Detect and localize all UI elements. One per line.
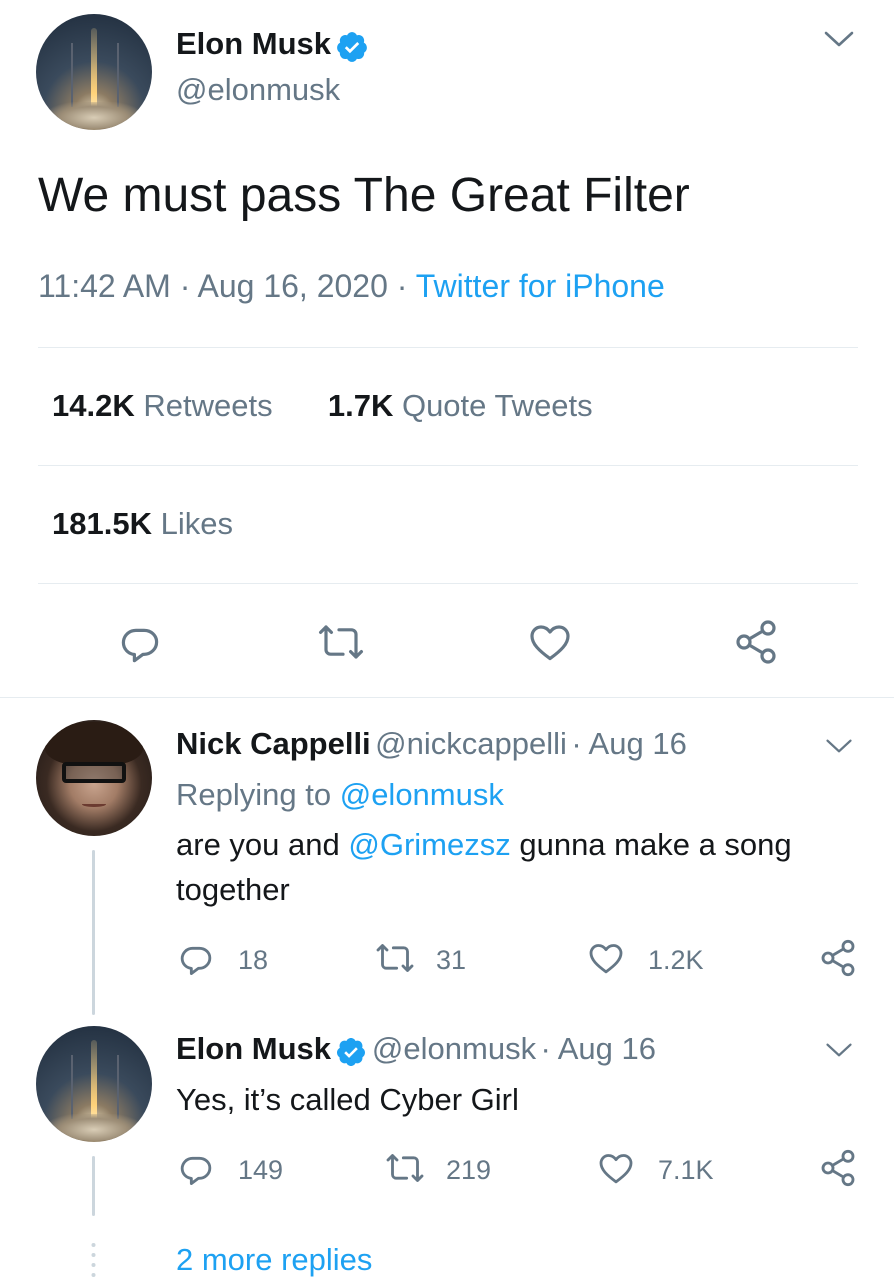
tweet-source-link[interactable]: Twitter for iPhone	[416, 268, 665, 304]
retweets-label: Retweets	[143, 388, 273, 423]
tweet-text: We must pass The Great Filter	[38, 169, 690, 222]
share-icon[interactable]	[818, 938, 858, 983]
author-avatar[interactable]	[36, 14, 152, 130]
divider	[38, 583, 858, 584]
verified-badge-icon	[335, 30, 369, 69]
like-icon	[586, 938, 626, 983]
like-icon	[596, 1148, 636, 1193]
verified-badge-icon	[335, 1036, 367, 1073]
retweet-count: 219	[446, 1155, 492, 1185]
share-icon[interactable]	[732, 618, 780, 671]
like-count: 1.2K	[648, 945, 704, 975]
reply-text: are you and	[176, 827, 340, 862]
thread-line	[92, 1156, 95, 1216]
reply-author-name[interactable]: Nick Cappelli	[176, 726, 371, 761]
mention-link[interactable]: @Grimezsz	[348, 827, 510, 862]
reply-icon[interactable]	[116, 618, 164, 671]
retweet-icon[interactable]	[316, 618, 366, 671]
reply-avatar[interactable]	[36, 720, 152, 836]
likes-count: 181.5K	[52, 506, 152, 541]
quotes-label: Quote Tweets	[401, 388, 593, 423]
divider	[38, 465, 858, 466]
retweet-count: 31	[436, 945, 467, 975]
author-name[interactable]: Elon Musk	[176, 26, 331, 61]
thread-line	[92, 850, 95, 1015]
retweet-button[interactable]: 219	[384, 1148, 491, 1193]
reply-date[interactable]: · Aug 16	[571, 726, 686, 761]
likes-stat[interactable]: 181.5K Likes	[52, 506, 233, 542]
retweet-icon	[374, 938, 416, 983]
retweet-icon	[384, 1148, 426, 1193]
reply-date[interactable]: · Aug 16	[541, 1031, 656, 1066]
replying-to-link[interactable]: @elonmusk	[340, 777, 504, 812]
reply-text: together	[176, 872, 290, 907]
author-handle[interactable]: @elonmusk	[176, 72, 340, 108]
chevron-down-icon[interactable]	[824, 1040, 854, 1065]
chevron-down-icon[interactable]	[822, 28, 856, 55]
separator: ·	[396, 268, 408, 304]
reply-author-name[interactable]: Elon Musk	[176, 1031, 331, 1066]
like-icon[interactable]	[526, 618, 574, 671]
quotes-stat[interactable]: 1.7K Quote Tweets	[328, 388, 593, 423]
chevron-down-icon[interactable]	[824, 736, 854, 761]
reply-text: gunna make a song	[519, 827, 792, 862]
like-button[interactable]: 1.2K	[586, 938, 704, 983]
reply-text: Yes, it’s called Cyber Girl	[176, 1082, 519, 1117]
reply-count: 18	[238, 945, 269, 975]
reply-count: 149	[238, 1155, 284, 1185]
divider	[38, 347, 858, 348]
tweet-date[interactable]: Aug 16, 2020	[198, 268, 388, 304]
divider	[0, 697, 894, 698]
retweet-button[interactable]: 31	[374, 938, 466, 983]
retweets-count: 14.2K	[52, 388, 135, 423]
likes-label: Likes	[160, 506, 233, 541]
separator: ·	[179, 268, 191, 304]
reply-button[interactable]: 18	[176, 938, 268, 983]
reply-button[interactable]: 149	[176, 1148, 283, 1193]
reply-icon	[176, 1148, 216, 1193]
replying-to-label: Replying to	[176, 777, 332, 812]
tweet-time[interactable]: 11:42 AM	[38, 268, 171, 304]
retweets-stat[interactable]: 14.2K Retweets	[52, 388, 281, 423]
reply-icon	[176, 938, 216, 983]
thread-dots-icon	[91, 1242, 96, 1278]
reply-avatar[interactable]	[36, 1026, 152, 1142]
reply-author-handle[interactable]: @elonmusk	[372, 1031, 536, 1066]
more-replies-link[interactable]: 2 more replies	[176, 1242, 372, 1278]
quotes-count: 1.7K	[327, 388, 394, 423]
like-button[interactable]: 7.1K	[596, 1148, 714, 1193]
reply-author-handle[interactable]: @nickcappelli	[375, 726, 567, 761]
share-icon[interactable]	[818, 1148, 858, 1193]
like-count: 7.1K	[658, 1155, 714, 1185]
